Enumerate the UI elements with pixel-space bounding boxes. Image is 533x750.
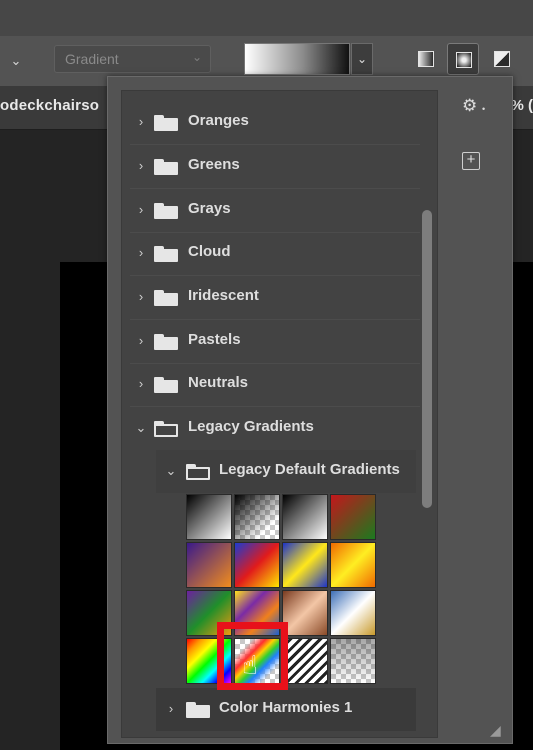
gradient-preview[interactable] [244,43,350,75]
document-tab-title[interactable]: odeckchairso [0,97,99,114]
zoom-readout: % ( [510,97,533,114]
preset-group-label: Iridescent [188,287,259,304]
preset-group-label: Greens [188,156,240,173]
chevron-down-icon[interactable]: ⌄ [164,462,178,480]
chevron-right-icon[interactable]: › [134,157,148,175]
folder-icon [154,377,178,393]
chevron-down-icon[interactable]: ⌄ [6,52,26,70]
linear-gradient-icon[interactable] [410,43,442,75]
preset-group-neutrals[interactable]: › Neutrals [122,363,422,406]
chevron-right-icon[interactable]: › [134,244,148,262]
app-top-strip [0,0,533,36]
radial-gradient-icon[interactable] [447,43,479,75]
plus-square-icon[interactable]: + [462,152,480,170]
list-scrollbar-thumb[interactable] [422,210,432,508]
preset-group-label: Pastels [188,331,241,348]
preset-group-label: Cloud [188,243,231,260]
preset-group-grays[interactable]: › Grays [122,189,422,232]
folder-open-icon [186,464,210,480]
preset-group-color-harmonies[interactable]: › Color Harmonies 1 [156,688,416,731]
gradient-swatch[interactable] [186,542,232,588]
chevron-right-icon[interactable]: › [134,201,148,219]
preset-group-oranges[interactable]: › Oranges [122,101,422,144]
folder-icon [154,159,178,175]
chevron-down-icon: ⌄ [191,50,202,64]
preset-group-cloud[interactable]: › Cloud [122,232,422,275]
gradient-swatch[interactable] [330,638,376,684]
chevron-right-icon[interactable]: › [134,332,148,350]
preset-subgroup-legacy-default[interactable]: ⌄ Legacy Default Gradients [156,450,416,493]
angle-gradient-icon[interactable] [486,43,518,75]
hand-cursor-icon: ☝ [242,650,258,680]
resize-grip-icon[interactable]: ◢ [490,722,506,738]
folder-icon [154,246,178,262]
chevron-down-icon[interactable]: ⌄ [134,419,148,437]
gradient-swatch[interactable] [234,542,280,588]
gradient-swatch[interactable] [282,542,328,588]
preset-group-label: Color Harmonies 1 [219,699,353,716]
preset-subgroup-label: Legacy Default Gradients [219,461,400,478]
gradient-swatch[interactable] [234,494,280,540]
preset-group-label: Neutrals [188,374,249,391]
preset-group-legacy-gradients[interactable]: ⌄ Legacy Gradients [122,407,422,450]
preset-group-pastels[interactable]: › Pastels [122,320,422,363]
gradient-mode-select[interactable]: Gradient ⌄ [54,45,211,73]
folder-icon [154,290,178,306]
folder-icon [154,334,178,350]
folder-icon [154,203,178,219]
gradient-picker-dropdown-button[interactable]: ⌄ [351,43,373,75]
preset-group-greens[interactable]: › Greens [122,145,422,188]
gradient-swatch[interactable] [330,542,376,588]
folder-icon [154,115,178,131]
gradient-mode-label: Gradient [65,51,119,67]
gear-icon[interactable]: ⚙ [462,96,477,116]
gradient-swatch[interactable] [330,494,376,540]
chevron-right-icon[interactable]: › [164,700,178,718]
folder-icon [186,702,210,718]
gradient-swatch[interactable] [282,590,328,636]
preset-group-label: Grays [188,200,231,217]
preset-group-label: Legacy Gradients [188,418,314,435]
chevron-right-icon[interactable]: › [134,375,148,393]
chevron-right-icon[interactable]: › [134,113,148,131]
settings-dot: • [482,104,486,114]
gradient-swatch[interactable] [186,494,232,540]
preset-group-iridescent[interactable]: › Iridescent [122,276,422,319]
gradient-swatch[interactable] [282,494,328,540]
gradient-swatch[interactable] [282,638,328,684]
preset-group-label: Oranges [188,112,249,129]
gradient-swatch[interactable] [330,590,376,636]
folder-open-icon [154,421,178,437]
chevron-right-icon[interactable]: › [134,288,148,306]
